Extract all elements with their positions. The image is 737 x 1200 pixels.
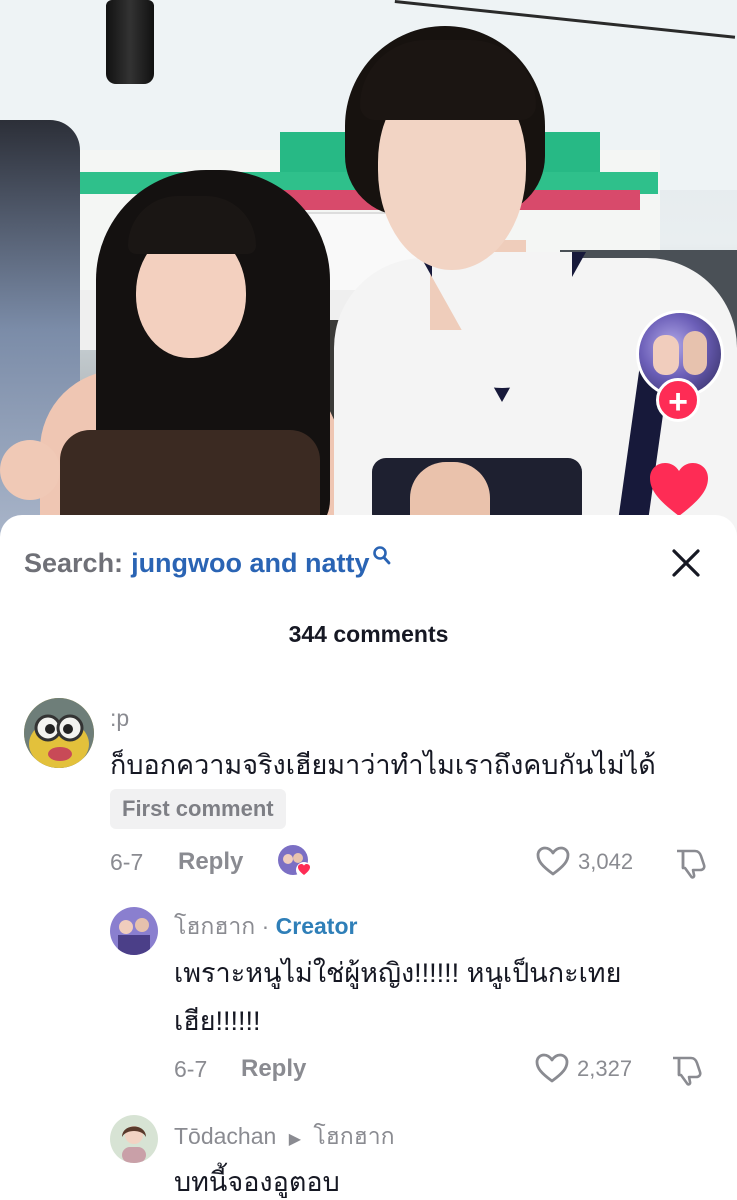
creator-badge: Creator [275, 913, 358, 939]
like-count: 2,327 [577, 1056, 633, 1081]
like-heart-icon[interactable] [648, 462, 710, 518]
comment-username[interactable]: :p [110, 705, 129, 732]
comment-username-row: โฮกฮาก · Creator [174, 909, 357, 945]
follow-plus-button[interactable]: + [656, 378, 700, 422]
comment-count: 344 comments [288, 621, 449, 647]
heart-outline-icon[interactable] [535, 1053, 569, 1083]
comment-username-row: Tōdachan ▶ โฮกฮาก [174, 1119, 395, 1155]
avatar-figure [683, 331, 707, 375]
creator-liked-avatar [277, 844, 312, 878]
comment-sheet: Search: jungwoo and natty 344 comments :… [0, 515, 737, 1200]
like-count: 3,042 [578, 849, 634, 874]
search-icon[interactable] [372, 545, 392, 567]
avatar-image [110, 1115, 158, 1163]
comment-text: บทนี้จองอูตอบ [174, 1167, 340, 1197]
person-boy-bangs [360, 40, 536, 120]
first-comment-badge: First comment [110, 789, 286, 829]
hanging-lamp [106, 0, 154, 84]
thumbs-down-icon[interactable] [669, 1052, 703, 1086]
search-query-link[interactable]: jungwoo and natty [131, 548, 369, 579]
comment-date: 6-7 [174, 1056, 208, 1082]
separator-dot: · [261, 913, 270, 939]
close-icon[interactable] [668, 545, 704, 581]
thumbs-down-icon[interactable] [673, 845, 707, 879]
search-label: Search: [24, 547, 124, 578]
comment-text-line1: เพราะหนูไม่ใช่ผู้หญิง!!!!!! หนูเป็นกะเทย [174, 958, 622, 988]
avatar-image [24, 698, 94, 768]
comment-text-line2: เฮีย!!!!!! [174, 1006, 261, 1036]
avatar-figure [653, 335, 679, 375]
avatar-image [110, 907, 158, 955]
comment-username[interactable]: โฮกฮาก [174, 913, 255, 939]
comment-text: ก็บอกความจริงเฮียมาว่าทำไมเราถึงคบกันไม่… [110, 750, 656, 780]
avatar[interactable] [110, 907, 158, 955]
triangle-right-icon: ▶ [288, 1131, 302, 1148]
comment-username[interactable]: Tōdachan [174, 1123, 276, 1149]
search-bar[interactable]: Search: jungwoo and natty [24, 545, 392, 581]
heart-outline-icon[interactable] [536, 846, 570, 876]
video-player[interactable]: + [0, 0, 737, 540]
reply-button[interactable]: Reply [178, 848, 243, 876]
comment-date: 6-7 [110, 849, 144, 875]
reply-to-username[interactable]: โฮกฮาก [313, 1123, 394, 1149]
person-girl-hand [0, 440, 60, 500]
avatar[interactable] [110, 1115, 158, 1163]
reply-button[interactable]: Reply [241, 1055, 306, 1083]
avatar[interactable] [24, 698, 94, 768]
